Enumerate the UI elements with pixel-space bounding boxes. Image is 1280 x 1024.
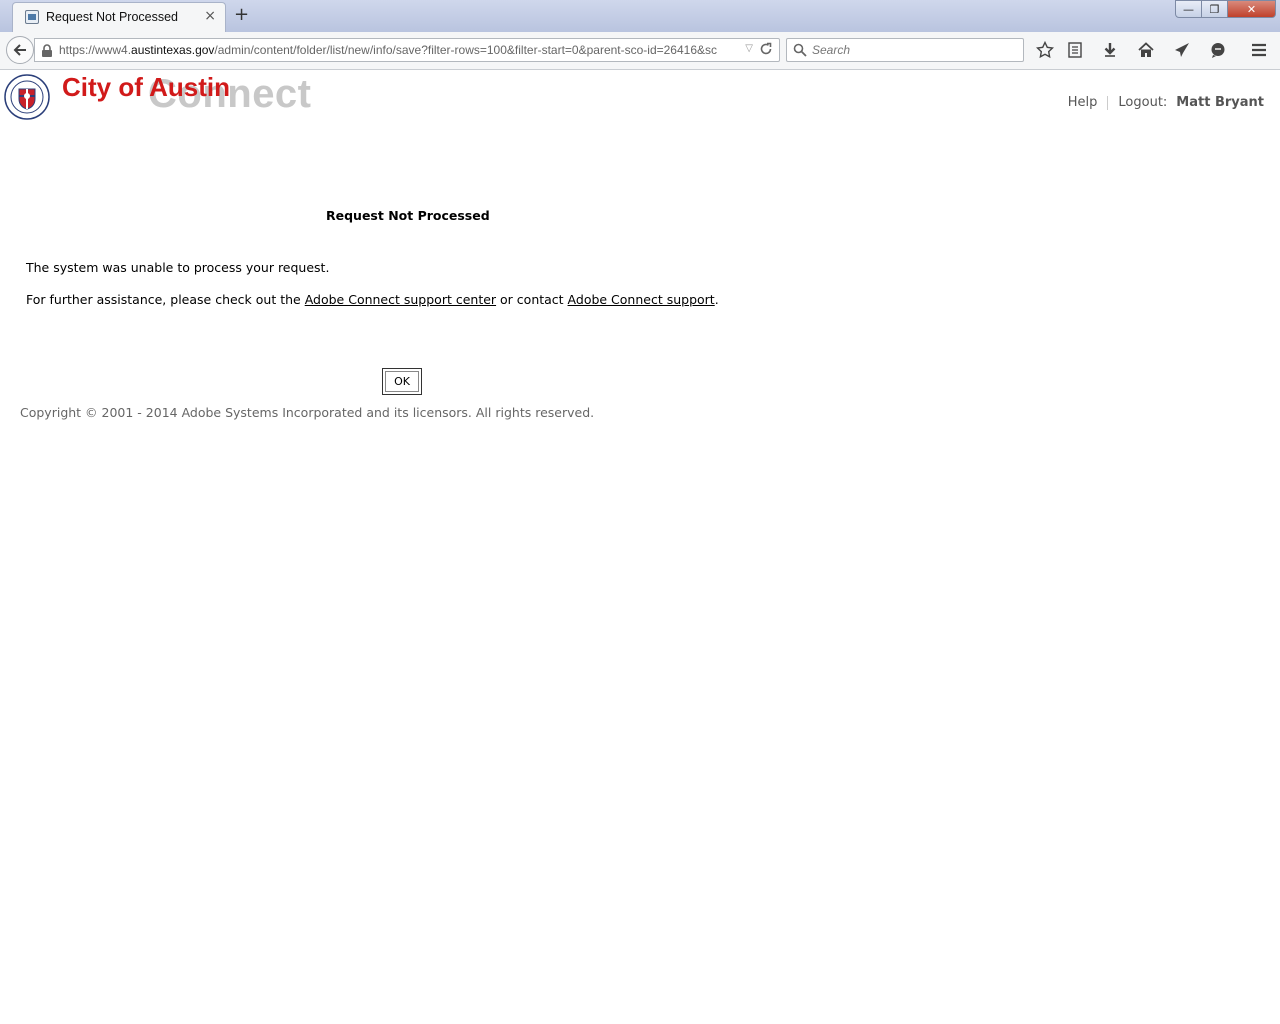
user-name: Matt Bryant: [1176, 95, 1264, 110]
url-domain: austintexas.gov: [131, 43, 215, 57]
reload-icon[interactable]: [759, 42, 773, 56]
back-button[interactable]: [6, 36, 34, 64]
menu-icon[interactable]: [1249, 40, 1269, 60]
assistance-message: For further assistance, please check out…: [26, 292, 719, 307]
send-icon[interactable]: [1172, 40, 1192, 60]
help-link[interactable]: Help: [1068, 95, 1098, 110]
copyright-text: Copyright © 2001 - 2014 Adobe Systems In…: [20, 405, 595, 420]
search-icon: [793, 43, 807, 57]
assist-prefix: For further assistance, please check out…: [26, 292, 305, 307]
logout-link[interactable]: Logout:: [1118, 95, 1167, 110]
close-window-button[interactable]: ✕: [1228, 0, 1276, 18]
window-controls: — ❐ ✕: [1175, 0, 1276, 20]
ok-button[interactable]: OK: [382, 368, 422, 395]
tab-close-icon[interactable]: ×: [204, 8, 216, 24]
ok-button-label: OK: [385, 371, 419, 392]
reading-list-icon[interactable]: [1065, 40, 1085, 60]
search-bar[interactable]: Search: [786, 38, 1024, 62]
city-seal-logo: [4, 74, 50, 120]
maximize-button[interactable]: ❐: [1202, 0, 1228, 18]
support-link[interactable]: Adobe Connect support: [568, 292, 715, 307]
home-icon[interactable]: [1136, 40, 1156, 60]
city-of-austin-logo-text: City of Austin: [62, 72, 231, 102]
browser-title-bar: Request Not Processed × + — ❐ ✕: [0, 0, 1280, 32]
page-favicon-icon: [25, 10, 39, 24]
download-icon[interactable]: [1100, 40, 1120, 60]
header-divider: [1107, 95, 1109, 110]
browser-tab[interactable]: Request Not Processed ×: [12, 2, 226, 32]
address-bar[interactable]: https://www4.austintexas.gov/admin/conte…: [34, 38, 780, 62]
navigation-toolbar: https://www4.austintexas.gov/admin/conte…: [0, 32, 1280, 70]
chat-icon[interactable]: [1208, 40, 1228, 60]
header-links: Help Logout: Matt Bryant: [1068, 95, 1264, 110]
error-message: The system was unable to process your re…: [26, 260, 330, 275]
arrow-left-icon: [13, 44, 26, 56]
url-path: /admin/content/folder/list/new/info/save…: [214, 43, 718, 57]
star-icon[interactable]: [1035, 40, 1055, 60]
url-prefix: https://www4.: [59, 43, 132, 57]
history-dropdown-icon[interactable]: ▽: [745, 43, 753, 54]
page-title: Request Not Processed: [326, 208, 490, 223]
search-placeholder: Search: [812, 43, 851, 57]
assist-middle: or contact: [496, 292, 568, 307]
support-center-link[interactable]: Adobe Connect support center: [305, 292, 496, 307]
assist-suffix: .: [714, 292, 719, 307]
new-tab-button[interactable]: +: [234, 4, 249, 25]
tab-title: Request Not Processed: [46, 10, 179, 24]
lock-icon: [42, 44, 52, 57]
minimize-button[interactable]: —: [1175, 0, 1202, 18]
url-text: https://www4.austintexas.gov/admin/conte…: [59, 43, 739, 57]
